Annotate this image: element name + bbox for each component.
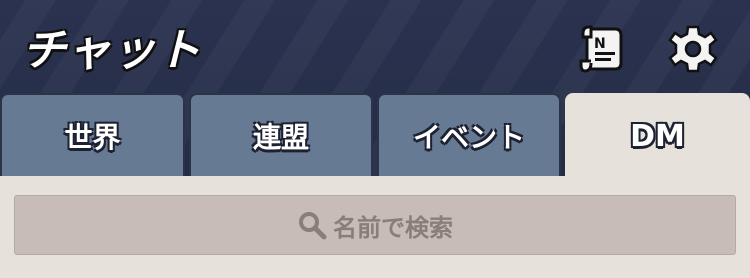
- tab-label: 世界: [64, 121, 121, 154]
- dm-panel: 名前で検索: [0, 176, 750, 278]
- tab-label: 連盟: [252, 121, 309, 154]
- tab-label: イベント: [412, 121, 525, 154]
- tab-alliance[interactable]: 連盟: [189, 93, 373, 177]
- svg-text:N: N: [594, 36, 606, 52]
- page-title: チャット: [22, 25, 202, 76]
- tab-event[interactable]: イベント: [377, 93, 561, 177]
- scroll-button[interactable]: N: [574, 22, 628, 76]
- chat-tabs: 世界 連盟 イベント DM: [0, 93, 750, 177]
- gear-icon: [668, 25, 718, 73]
- search-placeholder: 名前で検索: [333, 213, 453, 242]
- scroll-icon: N: [579, 25, 623, 73]
- search-icon: [299, 212, 327, 240]
- chat-header: チャット N 世界 連盟 イベント DM: [0, 0, 750, 177]
- tab-label: DM: [630, 118, 685, 154]
- chat-screen: チャット N 世界 連盟 イベント DM 名前で検索: [0, 0, 750, 278]
- tab-dm[interactable]: DM: [565, 93, 750, 177]
- tab-world[interactable]: 世界: [0, 93, 185, 177]
- search-input[interactable]: 名前で検索: [14, 195, 736, 255]
- settings-button[interactable]: [666, 22, 720, 76]
